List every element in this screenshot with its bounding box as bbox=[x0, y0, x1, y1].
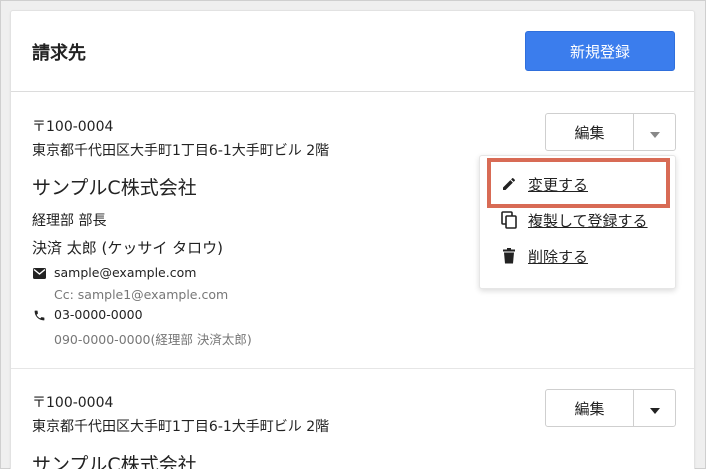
trash-icon bbox=[500, 247, 518, 265]
company-name: サンプルC株式会社 bbox=[32, 177, 197, 199]
caret-down-icon bbox=[649, 123, 660, 142]
phone-secondary: 090-0000-0000(経理部 決済太郎) bbox=[54, 332, 252, 347]
phone-row bbox=[32, 308, 46, 322]
department-title: 経理部 部長 bbox=[32, 213, 107, 229]
page-title: 請求先 bbox=[32, 43, 86, 64]
menu-item-delete[interactable]: 削除する bbox=[500, 244, 588, 268]
caret-down-icon bbox=[649, 399, 660, 418]
menu-item-label: 削除する bbox=[528, 247, 589, 266]
phone-number: 03-0000-0000 bbox=[54, 307, 143, 322]
address: 東京都千代田区大手町1丁目6-1大手町ビル 2階 bbox=[32, 419, 330, 435]
edit-dropdown-toggle[interactable] bbox=[634, 390, 675, 426]
pencil-icon bbox=[500, 175, 518, 193]
phone-icon bbox=[32, 308, 46, 322]
company-name: サンプルC株式会社 bbox=[32, 454, 197, 469]
cc-address: Cc: sample1@example.com bbox=[54, 287, 229, 302]
new-registration-button[interactable]: 新規登録 bbox=[525, 31, 675, 71]
contact-person: 決済 太郎 (ケッサイ タロウ) bbox=[32, 239, 224, 257]
email-row bbox=[32, 266, 46, 280]
edit-dropdown-menu: 変更する 複製して登録する 削除する bbox=[479, 155, 676, 289]
menu-item-duplicate[interactable]: 複製して登録する bbox=[500, 208, 648, 232]
copy-icon bbox=[500, 211, 518, 229]
address: 東京都千代田区大手町1丁目6-1大手町ビル 2階 bbox=[32, 143, 330, 159]
edit-split-button: 編集 bbox=[545, 113, 676, 151]
postal-code: 〒100-0004 bbox=[32, 395, 114, 411]
mail-icon bbox=[32, 266, 46, 280]
edit-button[interactable]: 編集 bbox=[546, 114, 634, 150]
menu-item-label: 変更する bbox=[528, 175, 589, 194]
billing-card: 請求先 新規登録 〒100-0004 東京都千代田区大手町1丁目6-1大手町ビル… bbox=[10, 10, 695, 469]
email-address: sample@example.com bbox=[54, 265, 197, 280]
edit-split-button: 編集 bbox=[545, 389, 676, 427]
billing-entry: 〒100-0004 東京都千代田区大手町1丁目6-1大手町ビル 2階 サンプルC… bbox=[11, 370, 694, 469]
edit-button[interactable]: 編集 bbox=[546, 390, 634, 426]
menu-item-change[interactable]: 変更する bbox=[500, 172, 588, 196]
postal-code: 〒100-0004 bbox=[32, 119, 114, 135]
card-header: 請求先 新規登録 bbox=[11, 11, 694, 92]
menu-item-label: 複製して登録する bbox=[528, 211, 648, 230]
edit-dropdown-toggle[interactable] bbox=[634, 114, 675, 150]
